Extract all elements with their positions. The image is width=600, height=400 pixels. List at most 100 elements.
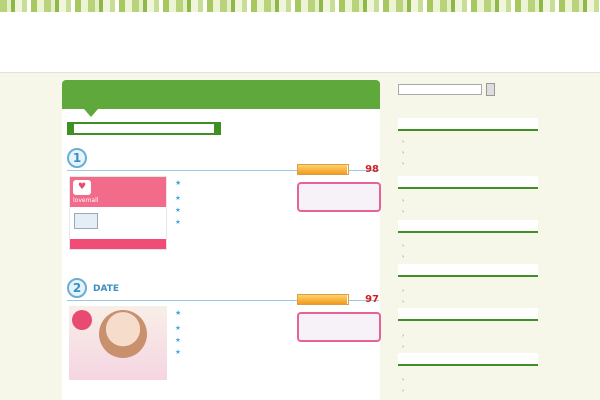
- heart-icon: ♥: [73, 180, 91, 195]
- site-title[interactable]: [62, 26, 177, 46]
- widget-header: [398, 308, 538, 321]
- point-heading: ★: [175, 178, 235, 188]
- list-item: ★: [175, 216, 295, 228]
- widget-title: [401, 310, 443, 319]
- mail-icon: [74, 213, 98, 229]
- widget-header: [398, 118, 538, 131]
- banner-middle: [70, 207, 166, 239]
- main-content: 1 ♥ lovemall ★ ★ ★ ★ 98 2 DATE ★ ★ ★ ★ 9…: [62, 80, 381, 400]
- official-site-button[interactable]: [297, 182, 381, 212]
- sidebar-link[interactable]: ›: [398, 286, 538, 297]
- rank-number-badge: 2: [67, 278, 87, 298]
- star-icon: ★: [175, 309, 182, 317]
- score-label: [297, 154, 317, 163]
- banner-headline-1: [110, 180, 166, 189]
- sidebar: › › › › › › › › › › › › ›: [398, 80, 538, 400]
- score-value: 97: [365, 294, 379, 305]
- sidebar-link[interactable]: ›: [398, 159, 538, 170]
- arrow-right-icon: ›: [402, 198, 405, 204]
- sidebar-link[interactable]: ›: [398, 196, 538, 207]
- star-icon: ★: [175, 218, 181, 226]
- point-list: ★ ★ ★: [175, 192, 295, 228]
- sidebar-link[interactable]: ›: [398, 331, 538, 342]
- notice-box: [67, 122, 221, 135]
- arrow-right-icon: ›: [402, 139, 405, 145]
- star-icon: ★: [175, 348, 181, 356]
- header-stripes: [0, 0, 600, 12]
- banner-bottom-text: [73, 241, 165, 249]
- score-bar: [297, 294, 349, 305]
- arrow-right-icon: ›: [402, 209, 405, 215]
- official-site-button-label: [301, 191, 377, 205]
- widget-list: › ›: [398, 375, 538, 397]
- list-item: ★: [175, 192, 295, 204]
- sidebar-link[interactable]: ›: [398, 148, 538, 159]
- widget-title: [401, 120, 443, 129]
- sidebar-link[interactable]: ›: [398, 386, 538, 397]
- arrow-right-icon: ›: [402, 344, 405, 350]
- score-label: [297, 284, 317, 293]
- site-banner-2[interactable]: [69, 306, 167, 380]
- search-button[interactable]: [486, 83, 495, 96]
- banner-logo-text: [77, 364, 161, 380]
- site-banner-1[interactable]: ♥ lovemall: [69, 176, 167, 250]
- site-subtitle: [65, 50, 145, 60]
- banner-photo: [99, 310, 147, 358]
- arrow-right-icon: ›: [402, 150, 405, 156]
- star-icon: ★: [175, 194, 181, 202]
- arrow-right-icon: ›: [402, 333, 405, 339]
- score-bar-fill: [298, 295, 347, 304]
- rank-item-2: 2 DATE ★ ★ ★ ★ 97: [67, 276, 381, 396]
- title-pointer: [84, 109, 98, 117]
- arrow-right-icon: ›: [402, 288, 405, 294]
- star-icon: ★: [175, 206, 181, 214]
- widget-list: › ›: [398, 196, 538, 218]
- score-bar: [297, 164, 349, 175]
- sidebar-link[interactable]: ›: [398, 375, 538, 386]
- banner-headline-2: [110, 191, 166, 200]
- sidebar-link[interactable]: ›: [398, 342, 538, 353]
- sidebar-link[interactable]: ›: [398, 207, 538, 218]
- rank-item-1: 1 ♥ lovemall ★ ★ ★ ★ 98: [67, 146, 381, 266]
- widget-list: › ›: [398, 331, 538, 353]
- sidebar-link[interactable]: ›: [398, 241, 538, 252]
- banner-logo-text: lovemall: [73, 197, 99, 204]
- search-input[interactable]: [398, 84, 482, 95]
- sidebar-link[interactable]: ›: [398, 137, 538, 148]
- widget-title: [401, 266, 443, 275]
- site-header: [0, 12, 600, 73]
- banner-bottom: [70, 239, 166, 249]
- list-item: ★: [175, 346, 295, 358]
- widget-title: [401, 178, 443, 187]
- widget-title: [401, 222, 443, 231]
- widget-list: › › ›: [398, 137, 538, 170]
- arrow-right-icon: ›: [402, 388, 405, 394]
- list-item: ★: [175, 334, 295, 346]
- page-title-bar: [62, 80, 380, 109]
- point-list: ★ ★ ★: [175, 322, 295, 358]
- arrow-right-icon: ›: [402, 254, 405, 260]
- header-description: [400, 24, 480, 34]
- widget-header: [398, 220, 538, 233]
- arrow-right-icon: ›: [402, 243, 405, 249]
- rank-number-badge: 1: [67, 148, 87, 168]
- arrow-right-icon: ›: [402, 377, 405, 383]
- registration-badge: [72, 310, 92, 330]
- rank-name-link[interactable]: DATE: [93, 283, 163, 295]
- sidebar-link[interactable]: ›: [398, 297, 538, 308]
- official-site-button[interactable]: [297, 312, 381, 342]
- point-heading: ★: [175, 308, 235, 318]
- rank-name-link[interactable]: [93, 153, 163, 165]
- star-icon: ★: [175, 336, 181, 344]
- widget-list: › ›: [398, 286, 538, 308]
- widget-header: [398, 264, 538, 277]
- star-icon: ★: [175, 324, 181, 332]
- widget-header: [398, 353, 538, 366]
- score-value: 98: [365, 164, 379, 175]
- sidebar-link[interactable]: ›: [398, 252, 538, 263]
- widget-title: [401, 355, 443, 364]
- banner-description: [102, 210, 166, 238]
- widget-list: › ›: [398, 241, 538, 263]
- banner-top: ♥ lovemall: [70, 177, 166, 207]
- list-item: ★: [175, 204, 295, 216]
